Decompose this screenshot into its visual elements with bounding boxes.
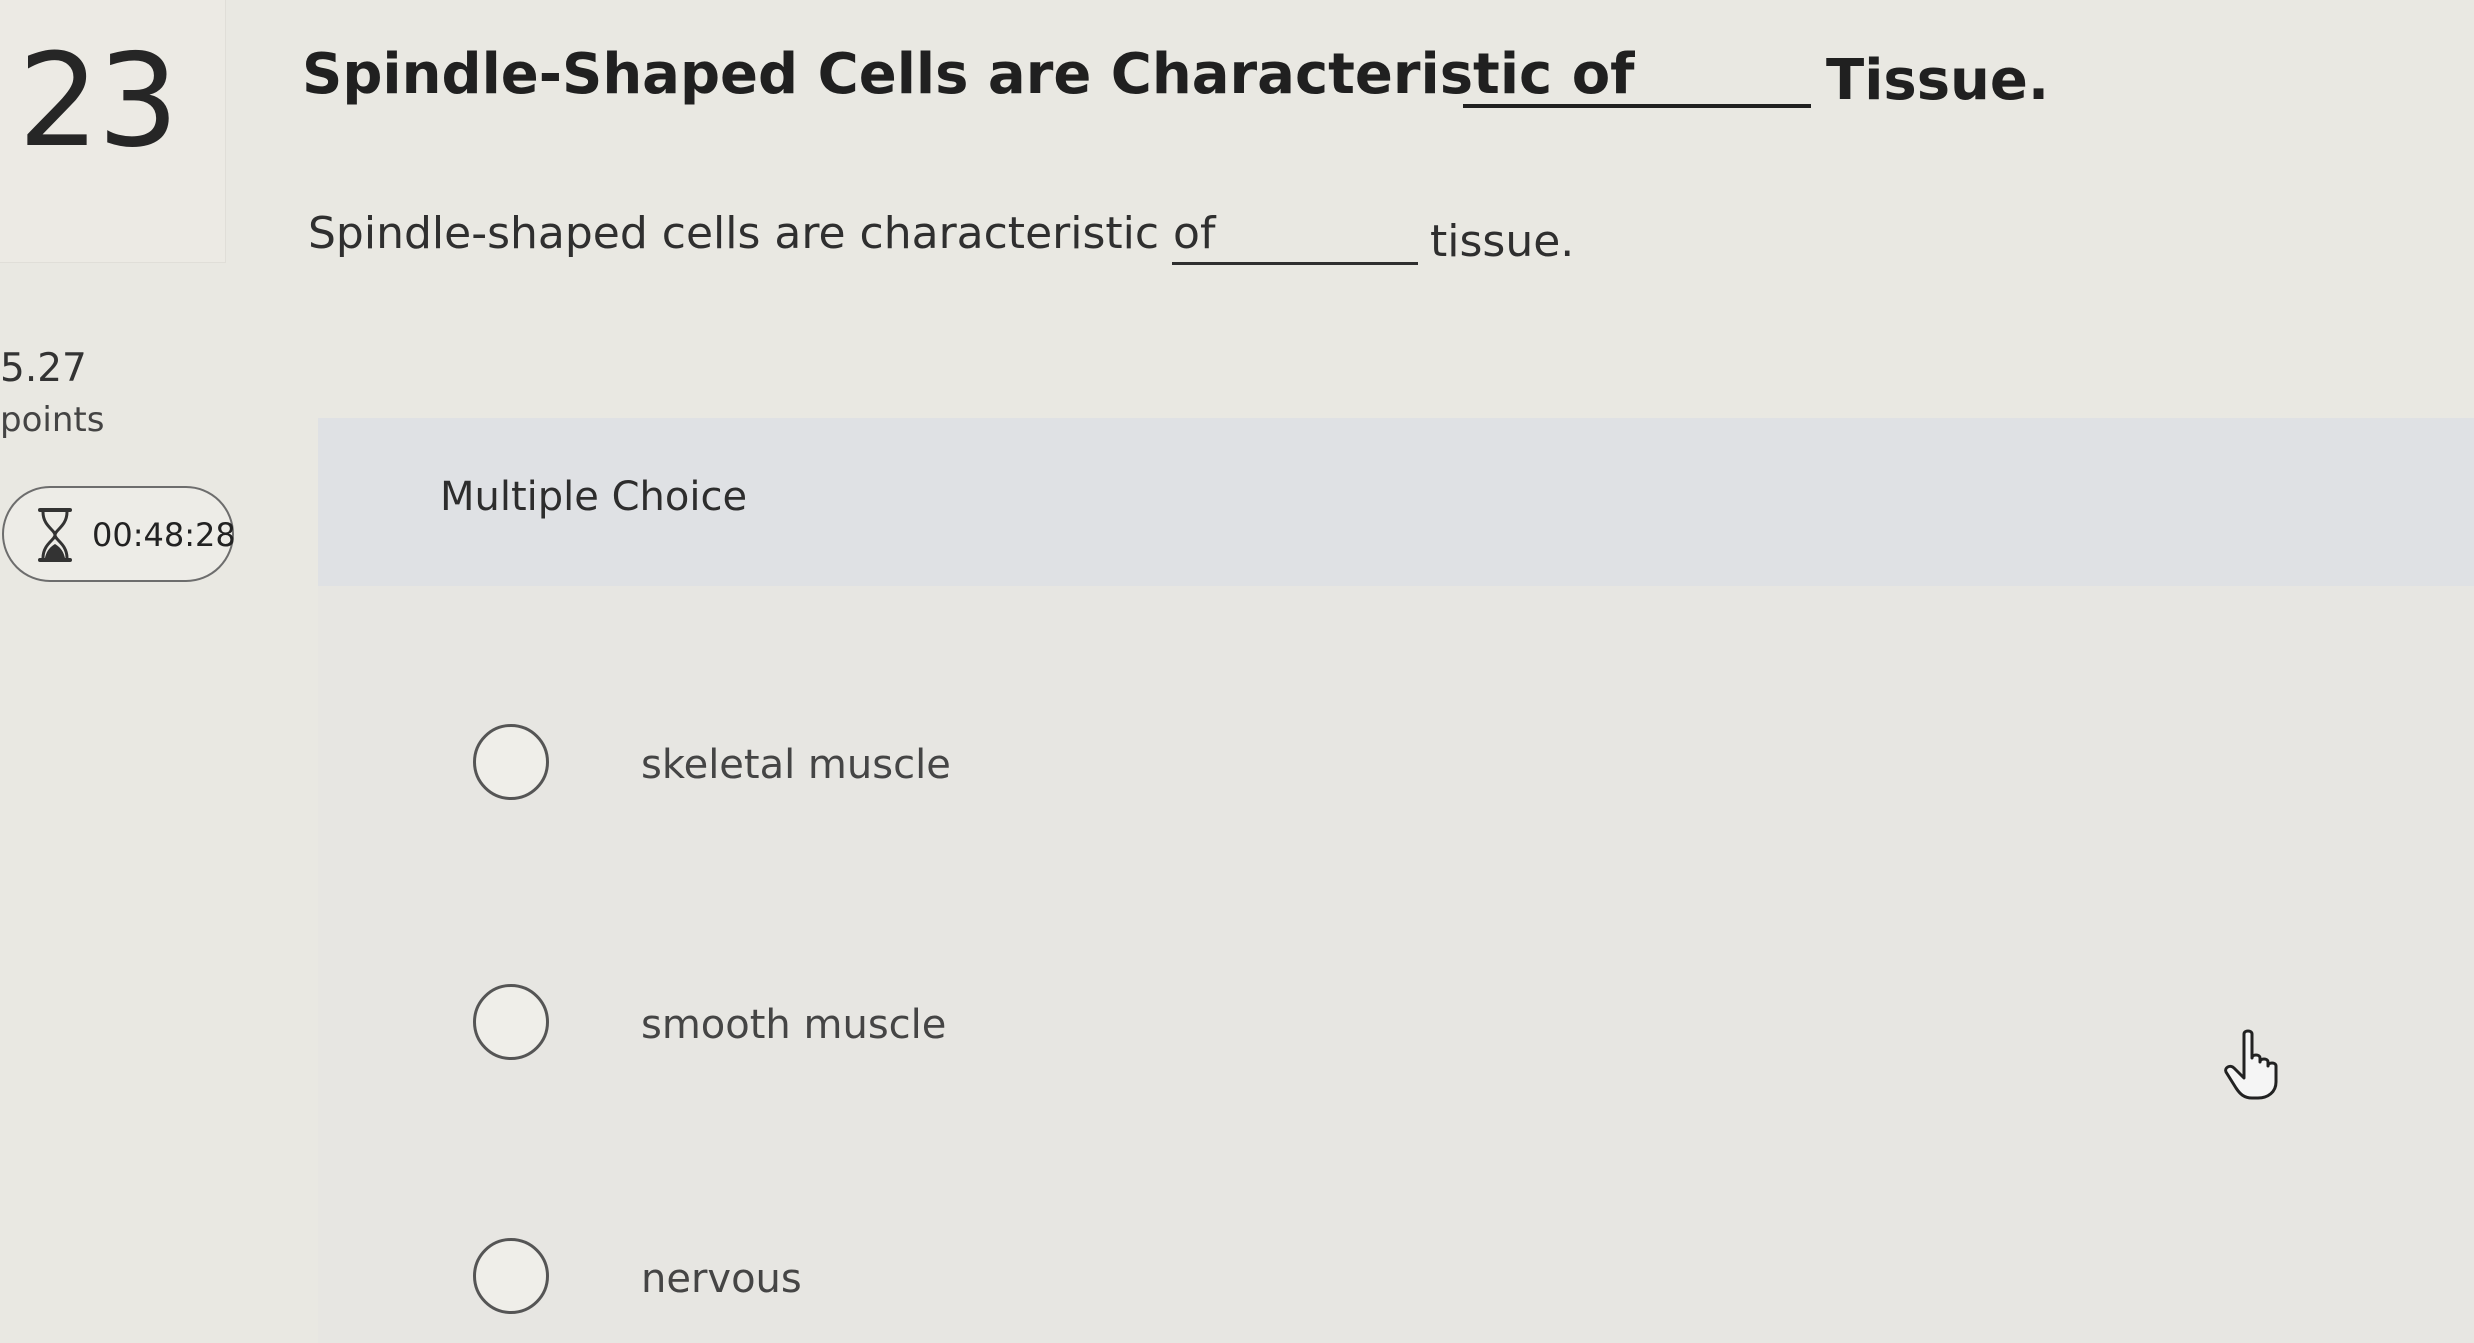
points-value: 5.27	[0, 346, 87, 391]
choice-option-nervous[interactable]: nervous	[473, 1234, 1873, 1330]
title-blank-line	[1463, 104, 1811, 108]
choice-option-skeletal-muscle[interactable]: skeletal muscle	[473, 720, 1873, 816]
multiple-choice-label: Multiple Choice	[440, 474, 748, 520]
radio-button[interactable]	[473, 1238, 549, 1314]
timer-badge[interactable]: 00:48:28	[2, 486, 236, 582]
hand-pointer-icon	[2224, 1029, 2278, 1100]
question-title: Spindle-Shaped Cells are Characteristic …	[302, 42, 1635, 107]
question-prompt: Spindle-shaped cells are characteristic …	[308, 208, 1216, 259]
choice-option-smooth-muscle[interactable]: smooth muscle	[473, 980, 1873, 1076]
question-title-end: Tissue.	[1826, 48, 2050, 113]
timer-time: 00:48:28	[92, 516, 236, 554]
choice-label[interactable]: smooth muscle	[641, 1002, 946, 1048]
choice-label[interactable]: skeletal muscle	[641, 742, 951, 788]
question-number-box: 23	[0, 0, 226, 263]
radio-button[interactable]	[473, 984, 549, 1060]
choice-label[interactable]: nervous	[641, 1256, 802, 1302]
radio-button[interactable]	[473, 724, 549, 800]
hourglass-icon	[38, 508, 72, 562]
points-label: points	[0, 400, 105, 440]
question-prompt-end: tissue.	[1430, 216, 1575, 267]
question-number: 23	[18, 27, 179, 176]
multiple-choice-panel: Multiple Choice skeletal muscle smooth m…	[318, 418, 2474, 1343]
prompt-blank-line	[1172, 262, 1418, 265]
multiple-choice-header: Multiple Choice	[318, 418, 2474, 586]
